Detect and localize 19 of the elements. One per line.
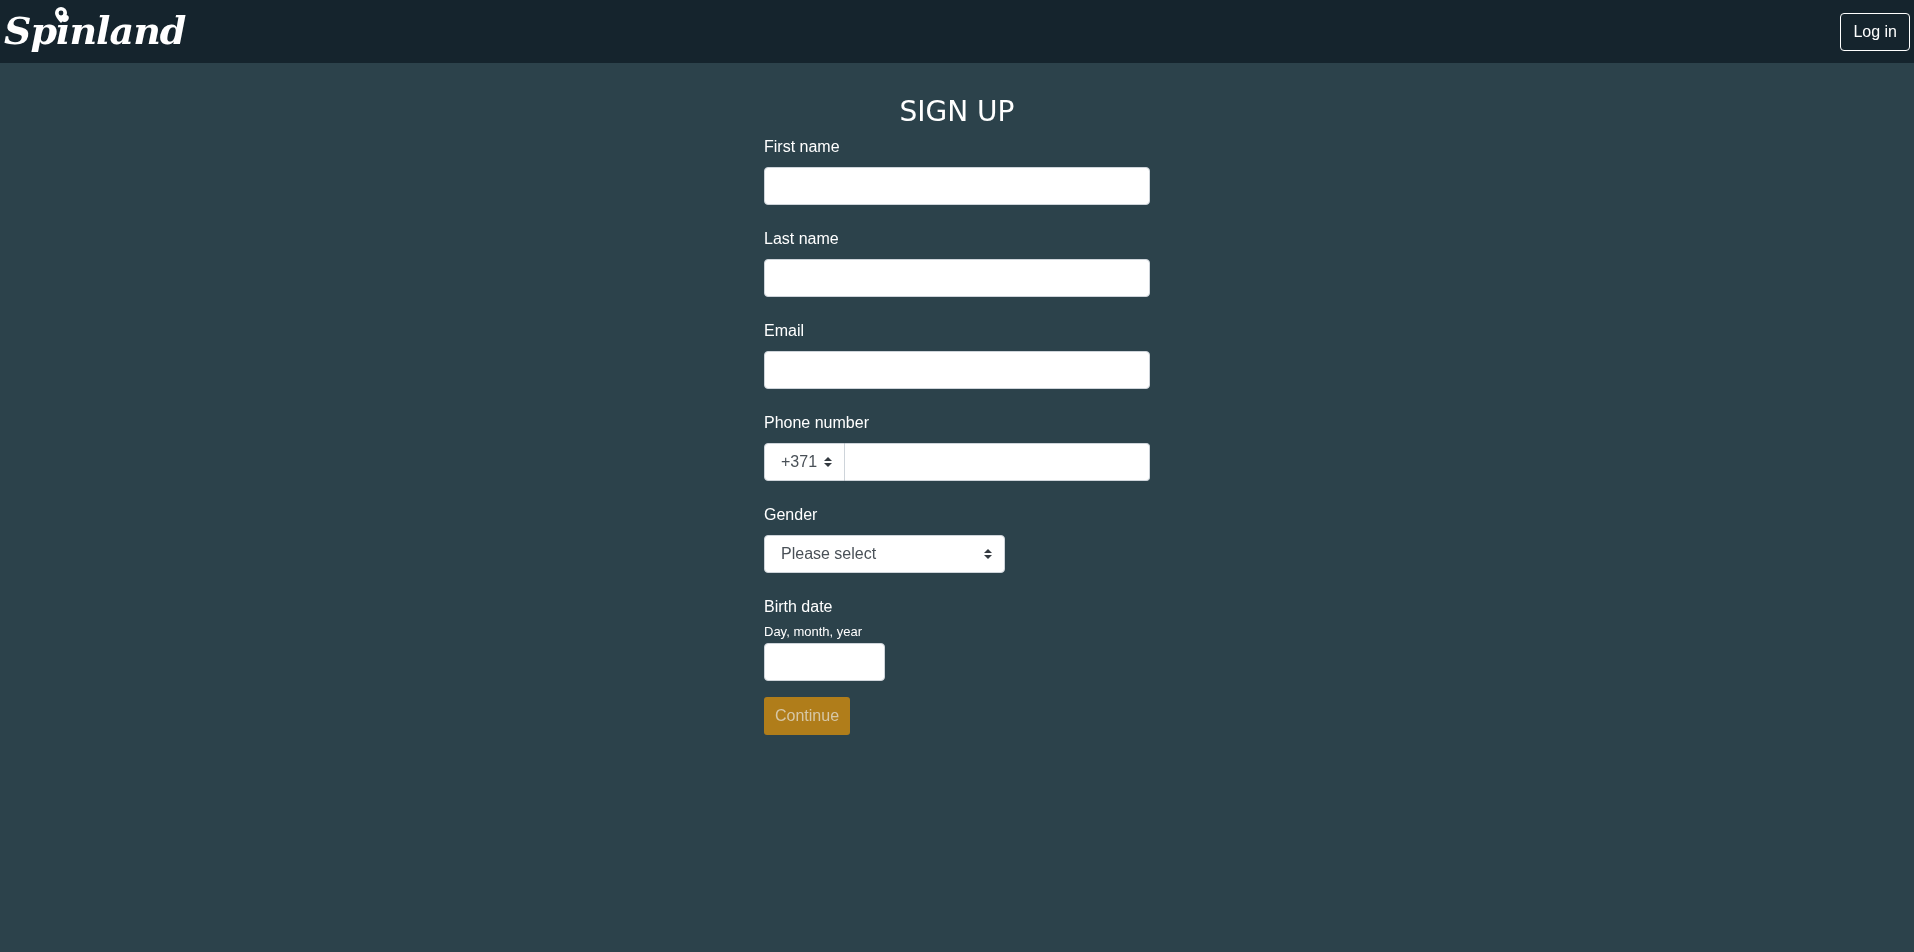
input-field[interactable]	[764, 258, 1150, 297]
field-label: First name	[764, 136, 840, 157]
date-input[interactable]	[764, 643, 885, 682]
page-title: SIGN UP	[898, 95, 1016, 129]
field-label: Email	[764, 320, 804, 341]
field-label: Birth date	[764, 596, 833, 617]
field-label: Last name	[764, 228, 839, 249]
sort-icon	[823, 456, 832, 467]
phone-input[interactable]	[844, 442, 1150, 481]
country-code-select[interactable]: +371	[764, 442, 845, 481]
gender-select[interactable]: Please select	[764, 534, 1005, 573]
sort-icon	[984, 548, 992, 559]
input-field[interactable]	[764, 166, 1150, 205]
hint-text: Day, month, year	[764, 622, 863, 641]
field-label: Phone number	[764, 412, 869, 433]
login-button[interactable]: Log in	[1840, 12, 1910, 51]
input-field[interactable]	[764, 350, 1150, 389]
logo[interactable]: Spinland	[4, 8, 186, 53]
field-label: Gender	[764, 504, 818, 525]
